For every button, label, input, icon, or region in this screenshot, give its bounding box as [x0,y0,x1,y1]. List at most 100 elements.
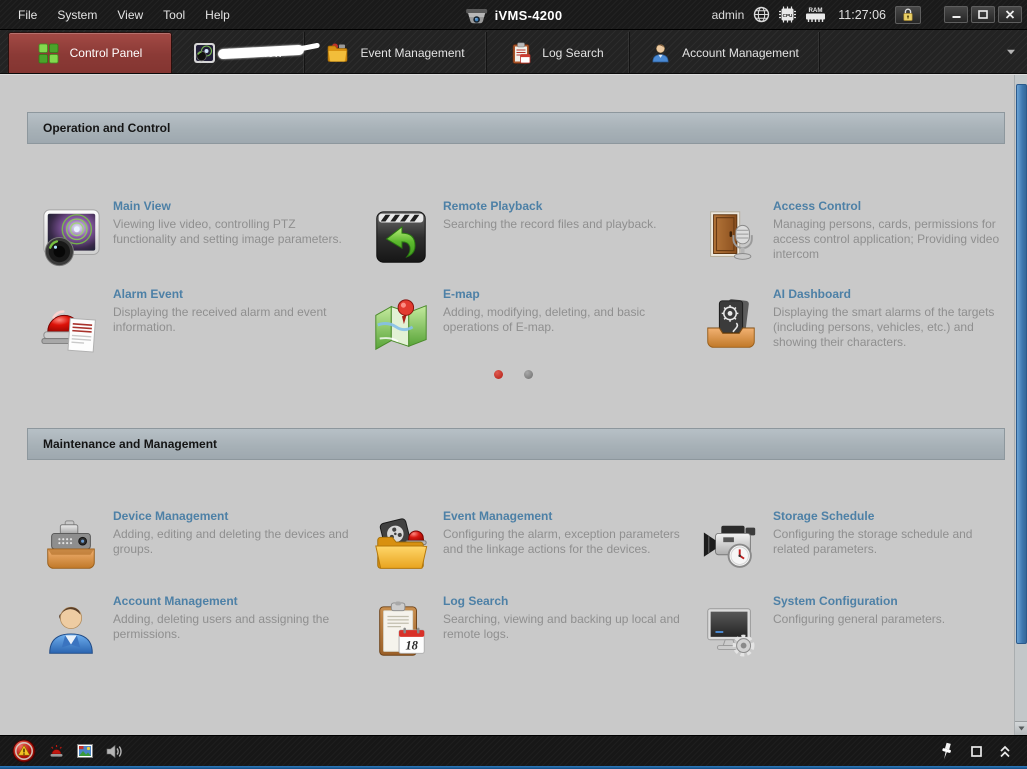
close-button[interactable] [998,6,1022,23]
cpu-usage-icon: CPU [778,6,797,23]
pagination-dots [0,370,1027,379]
module-desc: Adding, deleting users and assigning the… [113,612,356,642]
page-dot-2[interactable] [524,370,533,379]
module-text: Access Control Managing persons, cards, p… [773,194,1005,282]
tab-account-management[interactable]: Account Management [630,32,820,73]
collapse-icon[interactable] [999,745,1011,758]
module-desc: Configuring the alarm, exception paramet… [443,527,686,557]
section-title: Operation and Control [43,121,170,135]
tab-label: Event Management [360,46,464,60]
tab-log-search[interactable]: Log Search [487,32,630,73]
module-desc: Displaying the received alarm and event … [113,305,356,335]
access-control-icon [700,194,762,282]
tab-control-panel[interactable]: Control Panel [8,32,172,73]
module-text: Device ManagementAdding, editing and del… [113,504,356,589]
menu-file[interactable]: File [8,0,47,30]
module-device-management[interactable]: Device ManagementAdding, editing and del… [40,504,370,589]
module-text: E-mapAdding, modifying, deleting, and ba… [443,282,686,370]
account-management-icon [40,589,102,674]
section-header-maintenance-and-management: Maintenance and Management [27,428,1005,460]
module-access-control[interactable]: Access Control Managing persons, cards, p… [700,194,1005,282]
app-logo-icon [465,5,488,26]
module-title[interactable]: AI Dashboard [773,287,1005,301]
module-desc: Configuring the storage schedule and rel… [773,527,1005,557]
audio-icon[interactable] [106,744,122,759]
title-bar: FileSystemViewToolHelp iVMS-4200 admin C… [0,0,1027,30]
tab-overflow-button[interactable] [1003,45,1019,59]
titlebar-right: admin CPURAM 11:27:06 [712,6,1027,24]
module-main-view[interactable]: Main ViewViewing live video, controlling… [40,194,370,282]
module-grid: Device ManagementAdding, editing and del… [0,504,1027,674]
maximize-button[interactable] [971,6,995,23]
main-view-icon [40,194,102,282]
device-management-icon [40,504,102,589]
account-management-tab-icon [650,42,671,63]
module-title[interactable]: Account Management [113,594,356,608]
module-desc: Managing persons, cards, permissions for… [773,217,1005,262]
storage-schedule-icon [700,504,762,589]
module-text: Remote PlaybackSearching the record file… [443,194,686,282]
tab-strip: Control PanelMain View Event Management Lo… [8,32,820,73]
module-title[interactable]: Access Control [773,199,1005,213]
module-desc: Configuring general parameters. [773,612,1005,627]
module-text: Log Search Searching, viewing and backing… [443,589,686,674]
app-title: iVMS-4200 [495,8,563,23]
restore-panel-icon[interactable] [971,746,982,757]
module-alarm-event[interactable]: Alarm Event Displaying the received alarm… [40,282,370,370]
tab-event-management[interactable]: Event Management [305,32,487,73]
module-title[interactable]: Event Management [443,509,686,523]
module-text: Account Management Adding, deleting users… [113,589,356,674]
module-title[interactable]: Storage Schedule [773,509,1005,523]
tab-main-view[interactable]: Main View [172,32,305,73]
menu-system[interactable]: System [47,0,107,30]
alarm-status-icon[interactable] [12,739,36,763]
svg-text:18: 18 [405,638,418,652]
module-event-management[interactable]: Event Management Configuring the alarm, e… [370,504,700,589]
app-title-group: iVMS-4200 [465,0,563,30]
module-text: Main ViewViewing live video, controlling… [113,194,356,282]
scrollbar-thumb[interactable] [1016,84,1027,644]
pin-icon[interactable] [939,742,954,761]
section-header-operation-and-control: Operation and Control [27,112,1005,144]
scrollbar-down-arrow[interactable] [1015,721,1027,735]
tab-label: Account Management [682,46,799,60]
system-status-icons: CPURAM [753,6,826,23]
module-title[interactable]: Main View [113,199,356,213]
module-text: Event Management Configuring the alarm, e… [443,504,686,589]
control-panel-content: Operation and Control Main ViewViewing li… [0,74,1027,735]
lock-button[interactable] [895,6,921,24]
module-ai-dashboard[interactable]: AI DashboardDisplaying the smart alarms … [700,282,1005,370]
control-panel-icon [38,43,59,64]
menu-help[interactable]: Help [195,0,240,30]
module-remote-playback[interactable]: Remote PlaybackSearching the record file… [370,194,700,282]
sections-container: Operation and Control Main ViewViewing li… [0,112,1027,674]
log-search-icon: 18 [370,589,432,674]
module-log-search[interactable]: 18 Log Search Searching, viewing and backi… [370,589,700,674]
module-title[interactable]: E-map [443,287,686,301]
alarm-triggered-icon[interactable] [49,744,64,759]
status-bar [0,735,1027,766]
module-e-map[interactable]: E-mapAdding, modifying, deleting, and ba… [370,282,700,370]
network-icon [753,6,770,23]
minimize-button[interactable] [944,6,968,23]
module-system-configuration[interactable]: System Configuration Configuring general … [700,589,1005,674]
module-title[interactable]: Remote Playback [443,199,686,213]
scrollbar-track[interactable] [1014,75,1027,735]
menu-view[interactable]: View [107,0,153,30]
event-management-tab-icon [326,42,349,63]
section-title: Maintenance and Management [43,437,217,451]
snapshot-icon[interactable] [77,744,93,758]
statusbar-left [12,739,122,763]
module-title[interactable]: Device Management [113,509,356,523]
menu-tool[interactable]: Tool [153,0,195,30]
page-dot-1[interactable] [494,370,503,379]
module-account-management[interactable]: Account Management Adding, deleting users… [40,589,370,674]
module-storage-schedule[interactable]: Storage Schedule Configuring the storage … [700,504,1005,589]
system-configuration-icon [700,589,762,674]
module-title[interactable]: Log Search [443,594,686,608]
clock: 11:27:06 [838,8,886,22]
window-buttons [944,6,1022,23]
module-desc: Searching, viewing and backing up local … [443,612,686,642]
module-title[interactable]: System Configuration [773,594,1005,608]
module-title[interactable]: Alarm Event [113,287,356,301]
